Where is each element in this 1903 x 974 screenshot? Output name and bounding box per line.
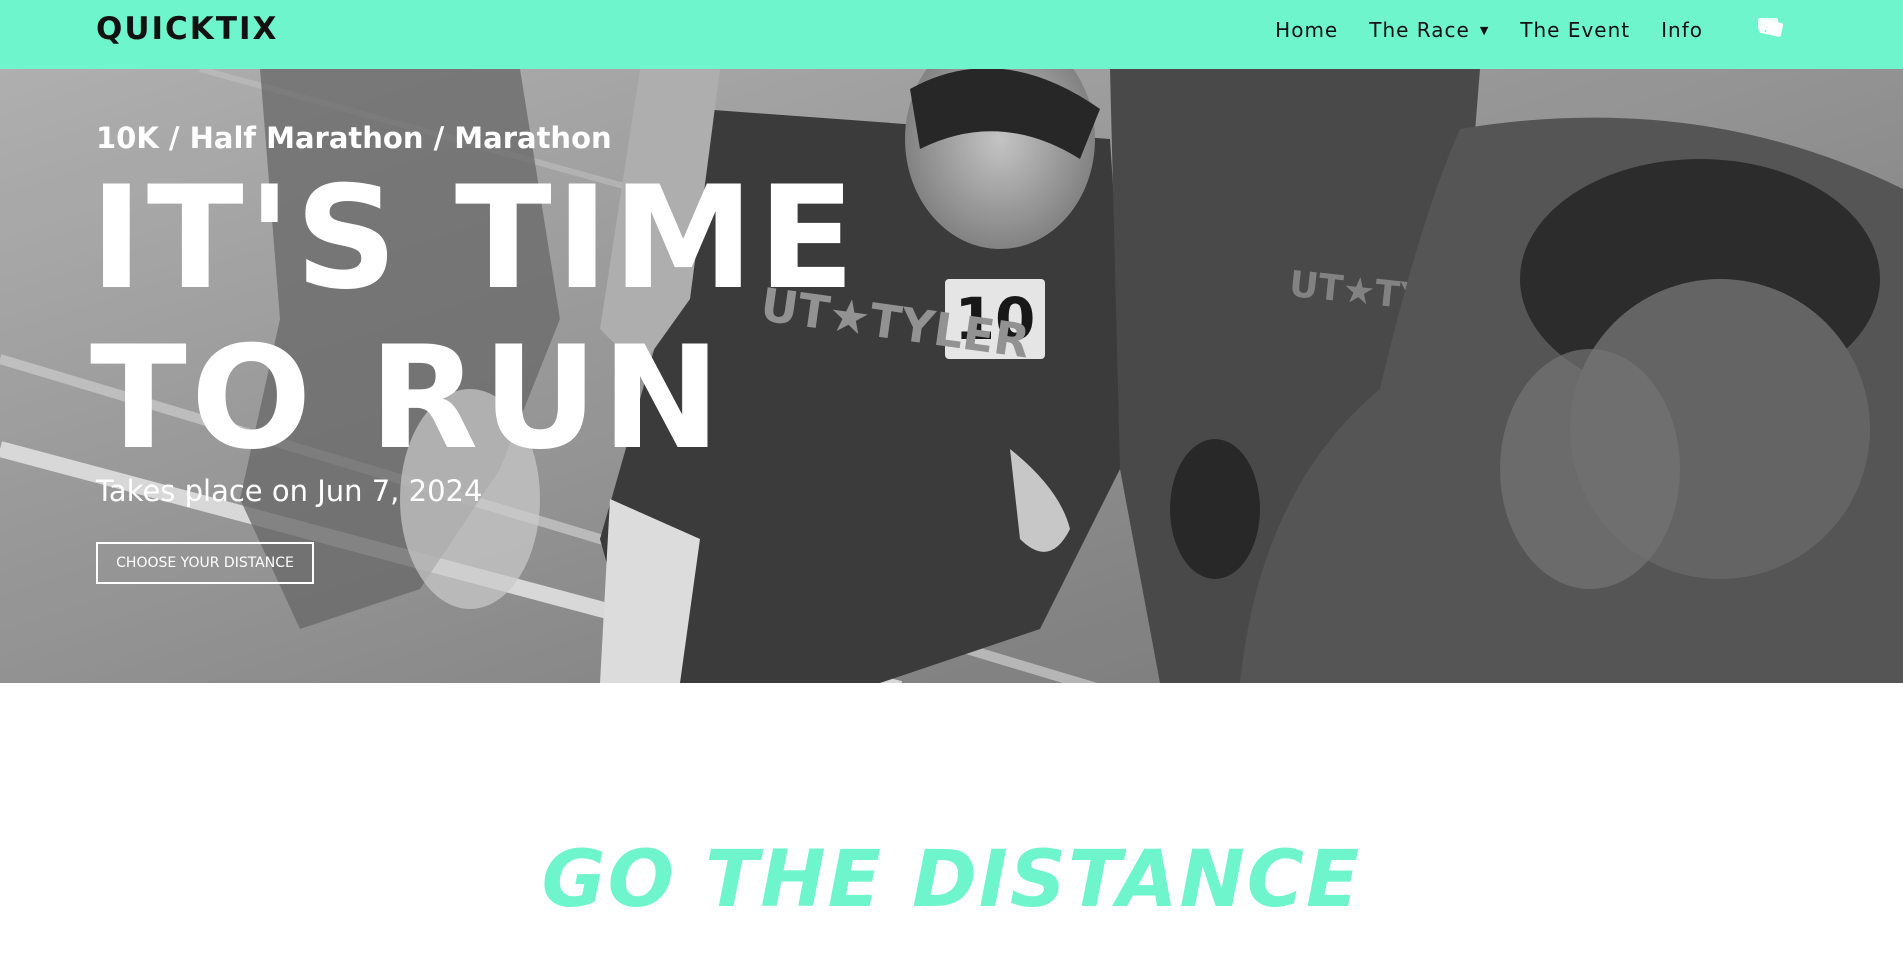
hero-title-line-2: TO RUN [90,316,725,481]
nav-the-race-label: The Race [1369,18,1470,42]
nav-the-event-label: The Event [1520,18,1631,42]
nav-info-label: Info [1661,18,1703,42]
section-title: GO THE DISTANCE [541,835,1362,925]
hero-banner: 10 UT★TYLER UT★TY 10K / Half Marathon / … [0,69,1903,683]
choose-distance-button[interactable]: CHOOSE YOUR DISTANCE [96,542,314,584]
nav-home[interactable]: Home [1275,18,1338,42]
nav-links: Home The Race ▼ The Event Info [1275,18,1703,42]
hero-date-text: Takes place on Jun 7, 2024 [96,474,483,508]
caret-down-icon: ▼ [1479,23,1490,37]
nav-the-race[interactable]: The Race ▼ [1369,18,1489,42]
brand-logo[interactable]: QUICKTIX [96,11,278,47]
hero-title: IT'S TIME TO RUN [90,159,859,479]
nav-info[interactable]: Info [1661,18,1703,42]
navbar: QUICKTIX Home The Race ▼ The Event Info [0,0,1903,69]
nav-home-label: Home [1275,18,1339,42]
hero-title-line-1: IT'S TIME [90,156,859,321]
hero-subtitle: 10K / Half Marathon / Marathon [96,121,612,155]
ticket-icon[interactable] [1756,14,1786,44]
nav-the-event[interactable]: The Event [1520,18,1630,42]
